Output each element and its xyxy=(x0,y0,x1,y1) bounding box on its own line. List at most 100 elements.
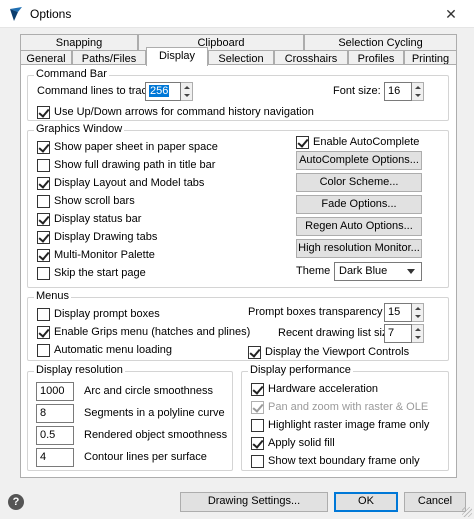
title-bar: Options ✕ xyxy=(0,0,474,28)
option-label: Display status bar xyxy=(54,213,142,225)
graphics-option[interactable]: Show scroll bars xyxy=(37,193,135,209)
performance-option[interactable]: Hardware acceleration xyxy=(251,381,378,397)
font-size-label: Font size: xyxy=(333,85,381,97)
checkbox[interactable] xyxy=(37,140,50,154)
updown-history-option[interactable]: Use Up/Down arrows for command history n… xyxy=(37,104,314,120)
menus-option[interactable]: Display prompt boxes xyxy=(37,306,160,322)
command-lines-spinner[interactable] xyxy=(181,82,193,101)
graphics-option[interactable]: Display Drawing tabs xyxy=(37,229,157,245)
resize-grip-icon[interactable] xyxy=(462,507,472,517)
regen-auto-options-button[interactable]: Regen Auto Options... xyxy=(296,217,422,236)
checkbox[interactable] xyxy=(37,230,50,244)
performance-option[interactable]: Show text boundary frame only xyxy=(251,453,420,469)
option-label: Display prompt boxes xyxy=(54,308,160,320)
graphics-option[interactable]: Show full drawing path in title bar xyxy=(37,157,215,173)
option-label: Display Layout and Model tabs xyxy=(54,177,205,189)
checkbox[interactable] xyxy=(251,418,264,432)
enable-autocomplete-label: Enable AutoComplete xyxy=(313,136,420,148)
transparency-label: Prompt boxes transparency (%): xyxy=(248,306,406,318)
option-label: Apply solid fill xyxy=(268,437,335,449)
checkbox[interactable] xyxy=(37,343,50,357)
polyline-segments-input[interactable]: 8 xyxy=(36,404,74,423)
performance-option[interactable]: Highlight raster image frame only xyxy=(251,417,429,433)
high-resolution-monitor-button[interactable]: High resolution Monitor... xyxy=(296,239,422,258)
graphics-option[interactable]: Display Layout and Model tabs xyxy=(37,175,204,191)
autocomplete-options-button[interactable]: AutoComplete Options... xyxy=(296,151,422,170)
graphics-option[interactable]: Show paper sheet in paper space xyxy=(37,139,218,155)
rendered-smoothness-label: Rendered object smoothness xyxy=(84,429,228,441)
option-label: Skip the start page xyxy=(54,267,146,279)
performance-option[interactable]: Pan and zoom with raster & OLE xyxy=(251,399,428,415)
chevron-down-icon xyxy=(407,269,415,274)
color-scheme-button[interactable]: Color Scheme... xyxy=(296,173,422,192)
display-resolution-title: Display resolution xyxy=(34,364,125,376)
graphics-option[interactable]: Multi-Monitor Palette xyxy=(37,247,155,263)
command-lines-input[interactable]: 256 xyxy=(145,82,181,101)
tab-snapping[interactable]: Snapping xyxy=(20,34,138,51)
recent-list-input[interactable]: 7 xyxy=(384,324,412,343)
command-bar-group: Command Bar Command lines to track: 256 … xyxy=(27,68,449,121)
checkbox[interactable] xyxy=(37,307,50,321)
recent-list-spinner[interactable] xyxy=(412,324,424,343)
font-size-input[interactable]: 16 xyxy=(384,82,412,101)
checkbox[interactable] xyxy=(37,176,50,190)
font-size-spinner[interactable] xyxy=(412,82,424,101)
viewport-controls-label: Display the Viewport Controls xyxy=(265,346,410,358)
checkbox[interactable] xyxy=(37,212,50,226)
option-label: Enable Grips menu (hatches and plines) xyxy=(54,326,251,338)
cancel-button[interactable]: Cancel xyxy=(404,492,466,512)
viewport-controls-option[interactable]: Display the Viewport Controls xyxy=(248,344,409,360)
checkbox[interactable] xyxy=(251,400,264,414)
checkbox[interactable] xyxy=(37,194,50,208)
checkbox[interactable] xyxy=(251,382,264,396)
option-label: Pan and zoom with raster & OLE xyxy=(268,401,429,413)
arc-smoothness-label: Arc and circle smoothness xyxy=(84,385,213,397)
updown-history-checkbox[interactable] xyxy=(37,105,50,119)
tab-display[interactable]: Display xyxy=(146,47,208,66)
polyline-segments-label: Segments in a polyline curve xyxy=(84,407,225,419)
enable-autocomplete-option[interactable]: Enable AutoComplete xyxy=(296,134,419,150)
app-logo-icon xyxy=(10,7,22,21)
transparency-spinner[interactable] xyxy=(412,303,424,322)
menus-group: Menus Display prompt boxes Enable Grips … xyxy=(27,290,449,361)
command-bar-title: Command Bar xyxy=(34,68,109,80)
theme-label: Theme xyxy=(296,265,331,277)
graphics-option[interactable]: Skip the start page xyxy=(37,265,146,281)
performance-option[interactable]: Apply solid fill xyxy=(251,435,335,451)
transparency-input[interactable]: 15 xyxy=(384,303,412,322)
contour-lines-input[interactable]: 4 xyxy=(36,448,74,467)
enable-autocomplete-checkbox[interactable] xyxy=(296,135,309,149)
window-title: Options xyxy=(30,7,72,21)
option-label: Automatic menu loading xyxy=(54,344,173,356)
checkbox[interactable] xyxy=(37,248,50,262)
option-label: Hardware acceleration xyxy=(268,383,379,395)
theme-select[interactable]: Dark Blue xyxy=(334,262,422,281)
contour-lines-label: Contour lines per surface xyxy=(84,451,207,463)
checkbox[interactable] xyxy=(251,454,264,468)
menus-option[interactable]: Enable Grips menu (hatches and plines) xyxy=(37,324,250,340)
checkbox[interactable] xyxy=(37,158,50,172)
help-icon[interactable]: ? xyxy=(8,494,24,510)
option-label: Show full drawing path in title bar xyxy=(54,159,216,171)
display-performance-title: Display performance xyxy=(248,364,353,376)
option-label: Show text boundary frame only xyxy=(268,455,420,467)
checkbox[interactable] xyxy=(251,436,264,450)
option-label: Multi-Monitor Palette xyxy=(54,249,155,261)
drawing-settings-button[interactable]: Drawing Settings... xyxy=(180,492,328,512)
ok-button[interactable]: OK xyxy=(334,492,398,512)
command-lines-label: Command lines to track: xyxy=(37,85,156,97)
tab-selection-cycling[interactable]: Selection Cycling xyxy=(304,34,457,51)
rendered-smoothness-input[interactable]: 0.5 xyxy=(36,426,74,445)
menus-option[interactable]: Automatic menu loading xyxy=(37,342,172,358)
display-resolution-group: Display resolution 1000 Arc and circle s… xyxy=(27,364,233,471)
arc-smoothness-input[interactable]: 1000 xyxy=(36,382,74,401)
checkbox[interactable] xyxy=(37,266,50,280)
graphics-option[interactable]: Display status bar xyxy=(37,211,141,227)
fade-options-button[interactable]: Fade Options... xyxy=(296,195,422,214)
checkbox[interactable] xyxy=(37,325,50,339)
close-icon[interactable]: ✕ xyxy=(428,0,474,28)
viewport-controls-checkbox[interactable] xyxy=(248,345,261,359)
menus-title: Menus xyxy=(34,290,72,302)
option-label: Show scroll bars xyxy=(54,195,135,207)
theme-value: Dark Blue xyxy=(339,265,388,277)
